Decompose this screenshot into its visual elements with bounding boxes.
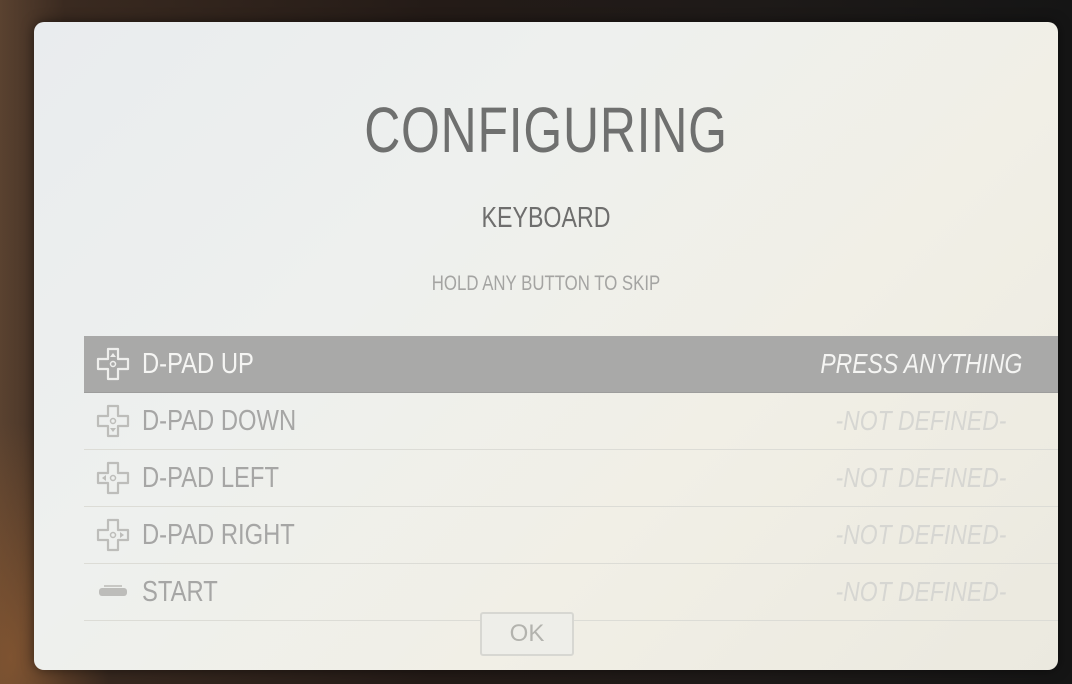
start-button-icon (96, 575, 130, 609)
input-row-dpad-down[interactable]: D-PAD DOWN -NOT DEFINED- (84, 393, 1058, 450)
input-label: D-PAD LEFT (142, 461, 279, 494)
ok-button[interactable]: OK (480, 612, 574, 656)
input-status: PRESS ANYTHING (819, 348, 1022, 379)
input-status: -NOT DEFINED- (835, 519, 1006, 550)
input-row-dpad-up[interactable]: D-PAD UP PRESS ANYTHING (84, 336, 1058, 393)
dialog-title: CONFIGURING (364, 94, 728, 166)
input-status: -NOT DEFINED- (835, 576, 1006, 607)
dpad-up-icon (96, 347, 130, 381)
input-config-dialog: CONFIGURING KEYBOARD HOLD ANY BUTTON TO … (34, 22, 1058, 670)
input-row-dpad-left[interactable]: D-PAD LEFT -NOT DEFINED- (84, 450, 1058, 507)
input-label: D-PAD RIGHT (142, 518, 295, 551)
dpad-left-icon (96, 461, 130, 495)
input-label: START (142, 575, 218, 608)
dpad-right-icon (96, 518, 130, 552)
input-label: D-PAD DOWN (142, 404, 297, 437)
input-status: -NOT DEFINED- (835, 405, 1006, 436)
dpad-down-icon (96, 404, 130, 438)
input-mapping-list: D-PAD UP PRESS ANYTHING D-PAD DOWN -NOT … (84, 336, 1058, 621)
skip-hint: HOLD ANY BUTTON TO SKIP (431, 272, 661, 295)
input-label: D-PAD UP (142, 347, 254, 380)
input-status: -NOT DEFINED- (835, 462, 1006, 493)
device-name: KEYBOARD (481, 202, 611, 234)
input-row-dpad-right[interactable]: D-PAD RIGHT -NOT DEFINED- (84, 507, 1058, 564)
